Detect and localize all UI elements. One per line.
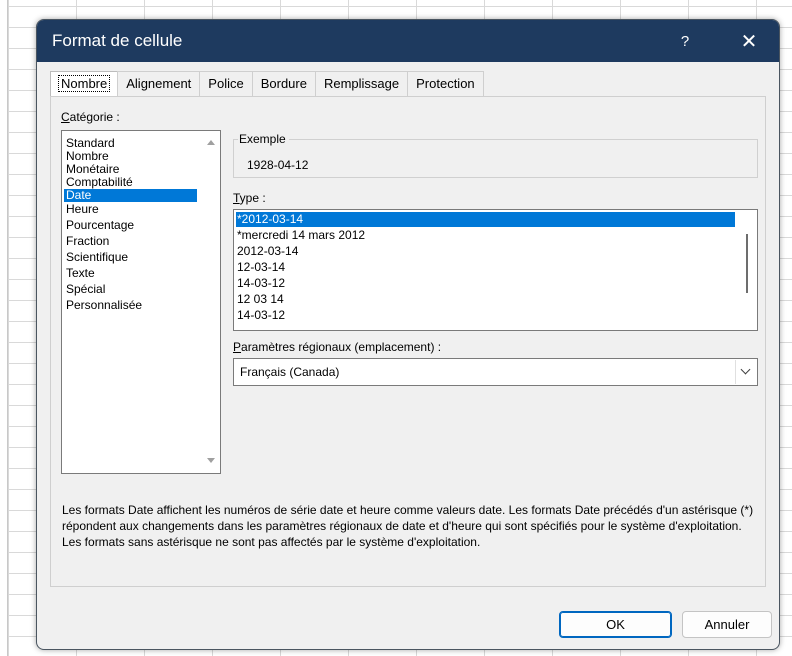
type-item[interactable]: *2012-03-14 xyxy=(236,212,735,227)
category-item-special[interactable]: Spécial xyxy=(64,283,197,296)
scroll-up-arrow-icon[interactable] xyxy=(207,140,215,145)
close-icon[interactable]: ✕ xyxy=(727,20,771,62)
category-item-texte[interactable]: Texte xyxy=(64,267,197,280)
type-item[interactable]: 12-03-14 xyxy=(236,260,735,275)
tab-bordure[interactable]: Bordure xyxy=(251,71,316,97)
tab-page-nombre: Catégorie : Standard Nombre Monétaire Co… xyxy=(50,96,766,587)
category-item-date[interactable]: Date xyxy=(64,189,197,202)
type-item[interactable]: 14-03-12 xyxy=(236,276,735,291)
category-label: Catégorie : xyxy=(61,110,120,124)
scrollbar-thumb[interactable] xyxy=(746,234,748,293)
type-item[interactable]: 12 03 14 xyxy=(236,292,735,307)
tab-police[interactable]: Police xyxy=(199,71,253,97)
locale-select[interactable]: Français (Canada) xyxy=(233,358,758,386)
locale-label: Paramètres régionaux (emplacement) : xyxy=(233,340,442,354)
dropdown-button[interactable] xyxy=(735,360,756,384)
cancel-button[interactable]: Annuler xyxy=(682,611,772,638)
type-list[interactable]: *2012-03-14 *mercredi 14 mars 2012 2012-… xyxy=(233,209,758,331)
category-list[interactable]: Standard Nombre Monétaire Comptabilité D… xyxy=(61,130,221,474)
format-description: Les formats Date affichent les numéros d… xyxy=(62,503,754,549)
type-item[interactable]: 2012-03-14 xyxy=(236,244,735,259)
category-item-scientifique[interactable]: Scientifique xyxy=(64,251,197,264)
dialog-titlebar: Format de cellule ? ✕ xyxy=(37,20,779,62)
category-item-heure[interactable]: Heure xyxy=(64,203,197,216)
tab-nombre[interactable]: Nombre xyxy=(50,71,119,98)
type-scrollbar[interactable] xyxy=(737,210,757,330)
category-item-fraction[interactable]: Fraction xyxy=(64,235,197,248)
example-legend: Exemple xyxy=(238,132,289,146)
locale-value: Français (Canada) xyxy=(240,365,340,379)
spreadsheet-row-header-edge xyxy=(0,0,8,656)
chevron-down-icon xyxy=(740,364,751,375)
tab-alignement[interactable]: Alignement xyxy=(117,71,201,97)
type-item[interactable]: *mercredi 14 mars 2012 xyxy=(236,228,735,243)
scroll-down-arrow-icon[interactable] xyxy=(207,458,215,463)
type-label: Type : xyxy=(233,191,266,205)
tab-remplissage[interactable]: Remplissage xyxy=(314,71,409,97)
tab-strip: Nombre Alignement Police Bordure Remplis… xyxy=(50,71,484,98)
ok-button[interactable]: OK xyxy=(559,611,672,638)
tab-protection[interactable]: Protection xyxy=(407,71,484,97)
category-item-pourcentage[interactable]: Pourcentage xyxy=(64,219,197,232)
dialog-title: Format de cellule xyxy=(52,31,183,50)
help-button[interactable]: ? xyxy=(663,20,707,62)
category-item-personnalisee[interactable]: Personnalisée xyxy=(64,299,197,312)
example-value: 1928-04-12 xyxy=(247,158,309,172)
example-group xyxy=(233,139,758,178)
type-item[interactable]: 14-03-12 xyxy=(236,308,735,323)
category-scrollbar[interactable] xyxy=(203,131,220,473)
